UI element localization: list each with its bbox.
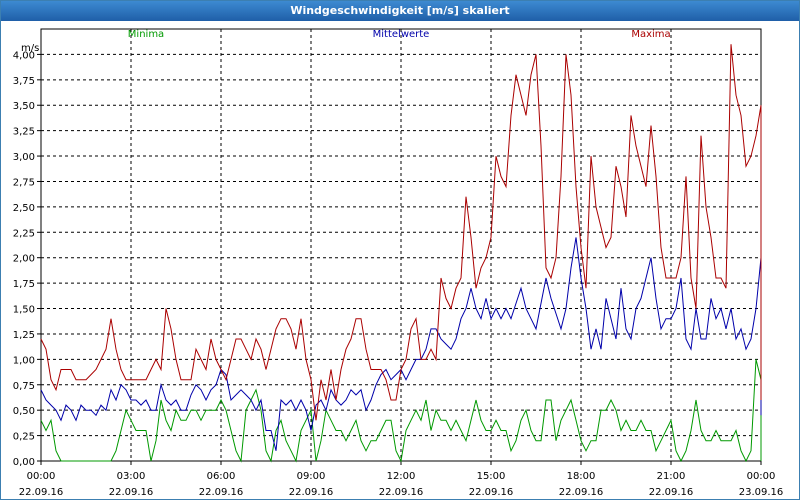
x-tick-date-label: 22.09.16 <box>469 487 514 498</box>
y-tick-label: 3,25 <box>13 127 35 138</box>
y-tick-label: 2,50 <box>13 203 35 214</box>
y-tick-label: 3,00 <box>13 152 35 163</box>
y-tick-label: 3,50 <box>13 101 35 112</box>
legend-label-mittelwerte: Mittelwerte <box>373 29 430 40</box>
x-tick-date-label: 22.09.16 <box>289 487 334 498</box>
x-tick-time-label: 00:00 <box>27 471 56 482</box>
x-tick-date-label: 22.09.16 <box>19 487 64 498</box>
chart-area: 0,00 0,25 0,50 0,75 1,00 1,25 1,50 1,75 2,00 2,25… <box>13 28 784 498</box>
x-tick-time-label: 00:00 <box>747 471 776 482</box>
x-tick-date-label: 22.09.16 <box>559 487 604 498</box>
y-tick-label: 0,50 <box>13 406 35 417</box>
x-tick-date-label: 22.09.16 <box>649 487 694 498</box>
y-axis-label: m/s <box>21 43 39 54</box>
y-tick-label: 2,75 <box>13 177 35 188</box>
x-tick-time-label: 18:00 <box>567 471 596 482</box>
x-tick-time-label: 03:00 <box>117 471 146 482</box>
legend-label-minima: Minima <box>128 29 164 40</box>
y-tick-label: 3,75 <box>13 76 35 87</box>
y-tick-label: 1,25 <box>13 330 35 341</box>
x-tick-date-label: 22.09.16 <box>379 487 424 498</box>
x-tick-time-label: 06:00 <box>207 471 236 482</box>
y-tick-label: 0,75 <box>13 381 35 392</box>
y-tick-label: 0,00 <box>13 457 35 468</box>
y-tick-label: 2,00 <box>13 254 35 265</box>
x-tick-date-label: 22.09.16 <box>109 487 154 498</box>
y-tick-label: 2,25 <box>13 228 35 239</box>
x-tick-time-label: 12:00 <box>387 471 416 482</box>
x-tick-time-label: 15:00 <box>477 471 506 482</box>
x-tick-time-label: 09:00 <box>297 471 326 482</box>
y-tick-label: 0,25 <box>13 432 35 443</box>
legend-label-maxima: Maxima <box>631 29 670 40</box>
y-tick-label: 1,50 <box>13 305 35 316</box>
x-tick-date-label: 23.09.16 <box>739 487 784 498</box>
y-tick-label: 1,75 <box>13 279 35 290</box>
x-tick-date-label: 22.09.16 <box>199 487 244 498</box>
x-tick-time-label: 21:00 <box>657 471 686 482</box>
chart-window: Windgeschwindigkeit [m/s] skaliert 0,00 0… <box>0 0 800 500</box>
y-tick-label: 1,00 <box>13 355 35 366</box>
